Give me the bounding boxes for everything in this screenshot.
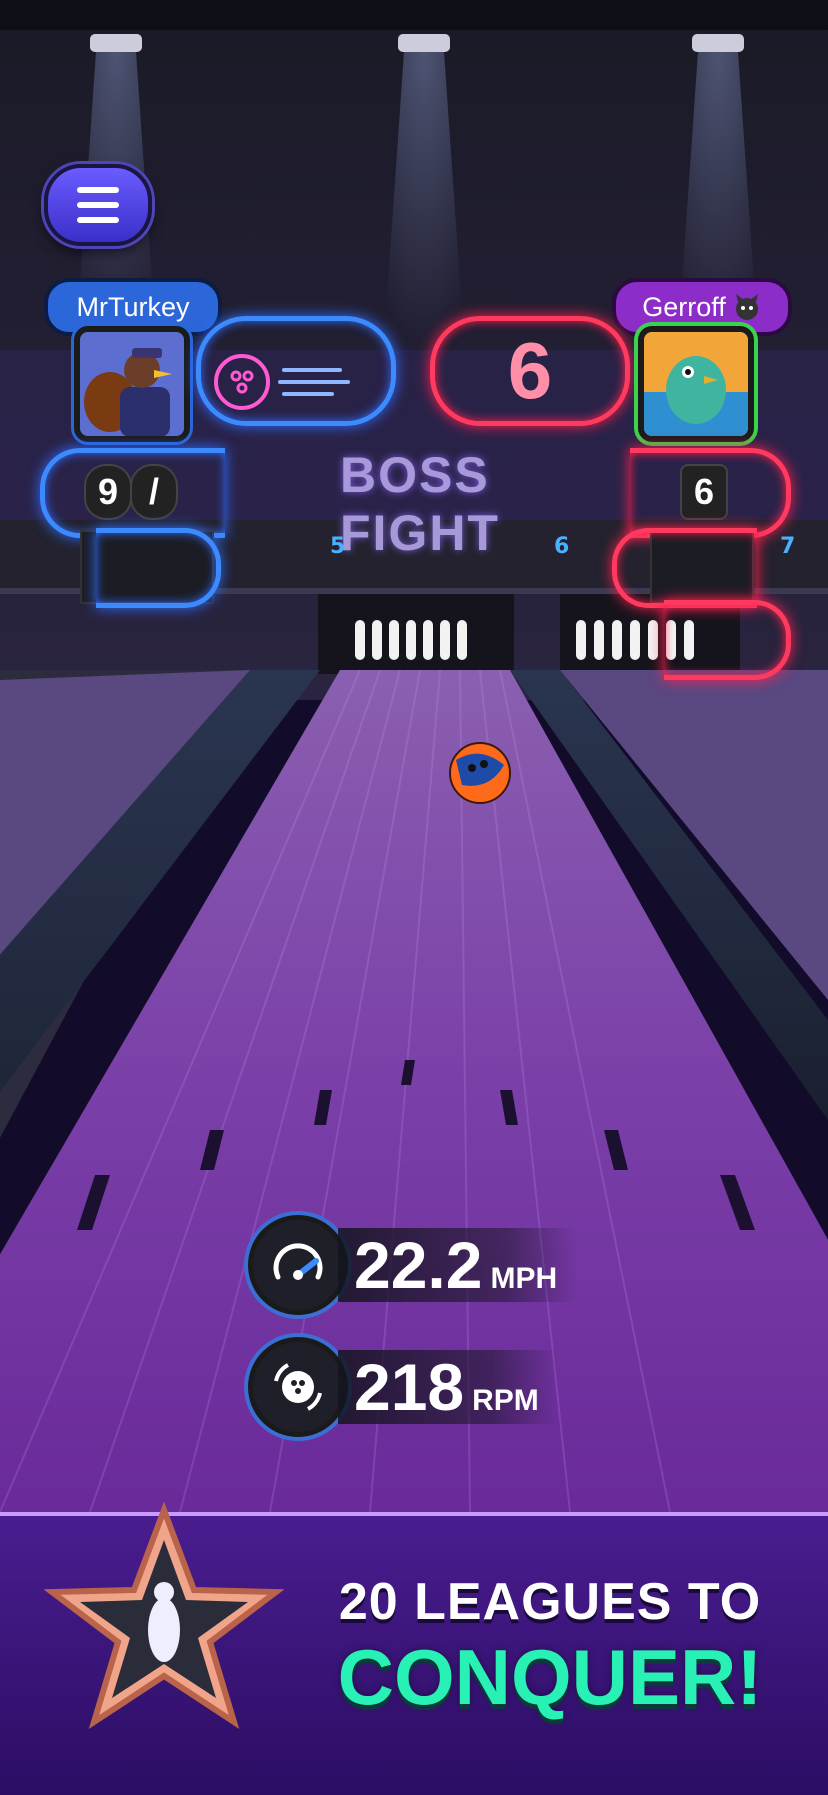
- spin-unit: RPM: [472, 1384, 539, 1417]
- right-frame-score: 6: [680, 464, 728, 520]
- game-screen: MrTurkey 9 / BOSS FIGHT 5 6 7 Gerroff 6 …: [0, 0, 828, 1795]
- right-big-score: 6: [430, 316, 630, 426]
- hamburger-icon-bar: [77, 202, 119, 208]
- hamburger-icon-bar: [77, 187, 119, 193]
- banner-line-2: CONQUER!: [337, 1633, 763, 1721]
- player-name-right-label: Gerroff: [642, 291, 726, 322]
- boss-devil-icon: [735, 294, 758, 320]
- menu-button[interactable]: [44, 164, 152, 246]
- bowling-ball: [449, 742, 511, 804]
- left-frame-score-2: /: [130, 464, 178, 520]
- ceiling-light: [692, 34, 744, 52]
- left-frame-score-1: 9: [84, 464, 132, 520]
- speed-unit: MPH: [490, 1262, 558, 1295]
- right-frame-outline-2: [612, 528, 757, 608]
- speed-value: 22.2: [354, 1228, 483, 1302]
- boss-fight-sign: BOSS FIGHT: [340, 447, 500, 561]
- banner-line-1: 20 LEAGUES TO: [338, 1573, 762, 1631]
- spin-ball-icon: [248, 1337, 348, 1437]
- bowling-ball-speed-icon: [214, 354, 350, 410]
- speed-stat: 22.2 MPH: [248, 1215, 578, 1315]
- player-avatar-left[interactable]: [74, 326, 190, 442]
- turkey-avatar-icon: [80, 332, 184, 436]
- lane-number-7: 7: [780, 534, 796, 559]
- right-frame-outline-3: [664, 600, 791, 680]
- lane-number-6: 6: [554, 534, 570, 559]
- star-pin-icon: [44, 1501, 284, 1730]
- speedometer-icon: [248, 1215, 348, 1315]
- ceiling-light: [398, 34, 450, 52]
- hamburger-icon-bar: [77, 217, 119, 223]
- lane-number-5: 5: [330, 534, 346, 559]
- pigeon-avatar-icon: [644, 332, 748, 436]
- left-frame-outline-2: [96, 528, 221, 608]
- ceiling-light: [90, 34, 142, 52]
- player-avatar-right[interactable]: [638, 326, 754, 442]
- spin-value: 218: [354, 1350, 465, 1424]
- spin-stat: 218 RPM: [248, 1337, 559, 1437]
